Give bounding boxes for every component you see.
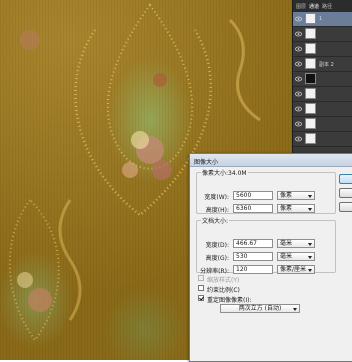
image-size-dialog: 图像大小 像素大小:34.0M 宽度(W): 5600 像素 高度(H): 63… bbox=[189, 153, 352, 362]
dialog-title: 图像大小 bbox=[194, 159, 219, 166]
layer-name: 1 bbox=[319, 16, 323, 22]
pixel-width-unit-select[interactable]: 像素 bbox=[277, 191, 315, 200]
resolution-unit: 像素/厘米 bbox=[280, 266, 307, 273]
eye-icon[interactable] bbox=[295, 46, 302, 52]
layer-row[interactable] bbox=[293, 132, 352, 147]
chevron-down-icon bbox=[308, 195, 312, 198]
eye-icon[interactable] bbox=[295, 16, 302, 22]
chevron-down-icon bbox=[308, 208, 312, 211]
doc-height-label: 高度(G): bbox=[205, 255, 229, 262]
chevron-down-icon bbox=[308, 243, 312, 246]
eye-icon[interactable] bbox=[295, 106, 302, 112]
doc-height-unit: 毫米 bbox=[280, 253, 293, 260]
layer-thumbnail bbox=[305, 133, 316, 144]
layer-row[interactable] bbox=[293, 27, 352, 42]
pixel-dimensions-group: 像素大小:34.0M 宽度(W): 5600 像素 高度(H): 6360 像素 bbox=[196, 168, 336, 214]
tab-paths[interactable]: 路径 bbox=[322, 3, 332, 10]
layer-thumbnail bbox=[305, 103, 316, 114]
chevron-down-icon bbox=[308, 269, 312, 272]
doc-width-input[interactable]: 466.67 bbox=[233, 239, 273, 248]
layer-thumbnail bbox=[305, 13, 316, 24]
document-size-legend: 文档大小: bbox=[202, 218, 229, 225]
layer-thumbnail bbox=[305, 58, 316, 69]
doc-width-label: 宽度(D): bbox=[205, 242, 229, 249]
pixel-height-unit-select[interactable]: 像素 bbox=[277, 204, 315, 213]
eye-icon[interactable] bbox=[295, 91, 302, 97]
resample-method-value: 两次立方 (自动) bbox=[238, 305, 282, 312]
panel-tabs: 图层 通道 路径 bbox=[293, 0, 352, 12]
doc-width-unit-select[interactable]: 毫米 bbox=[277, 239, 315, 248]
constrain-proportions-checkbox[interactable] bbox=[198, 285, 204, 291]
resample-label: 重定图像像素(I): bbox=[207, 297, 252, 304]
layer-thumbnail bbox=[305, 118, 316, 129]
dialog-titlebar[interactable]: 图像大小 bbox=[190, 154, 352, 167]
resolution-unit-select[interactable]: 像素/厘米 bbox=[277, 265, 315, 274]
chevron-down-icon bbox=[293, 308, 297, 311]
layer-row[interactable] bbox=[293, 42, 352, 57]
auto-button[interactable] bbox=[339, 202, 352, 212]
layer-row[interactable] bbox=[293, 102, 352, 117]
layer-thumbnail bbox=[305, 28, 316, 39]
doc-height-unit-select[interactable]: 毫米 bbox=[277, 252, 315, 261]
layer-thumbnail bbox=[305, 43, 316, 54]
eye-icon[interactable] bbox=[295, 136, 302, 142]
layer-row[interactable] bbox=[293, 87, 352, 102]
pixel-width-unit: 像素 bbox=[280, 192, 293, 199]
layer-row[interactable]: 副本 2 bbox=[293, 57, 352, 72]
layer-row[interactable] bbox=[293, 72, 352, 87]
ok-button[interactable] bbox=[339, 174, 352, 184]
pixel-width-label: 宽度(W): bbox=[204, 194, 229, 201]
doc-height-input[interactable]: 530 bbox=[233, 252, 273, 261]
eye-icon[interactable] bbox=[295, 121, 302, 127]
resample-method-select[interactable]: 两次立方 (自动) bbox=[220, 304, 300, 313]
scale-styles-checkbox[interactable] bbox=[198, 275, 204, 281]
tab-layers[interactable]: 图层 bbox=[296, 3, 306, 10]
eye-icon[interactable] bbox=[295, 76, 302, 82]
scale-styles-label: 缩放样式(Y) bbox=[207, 277, 240, 284]
layer-row[interactable] bbox=[293, 117, 352, 132]
pixel-height-input[interactable]: 6360 bbox=[233, 204, 273, 213]
doc-width-unit: 毫米 bbox=[280, 240, 293, 247]
tab-channels[interactable]: 通道 bbox=[309, 3, 319, 10]
layer-thumbnail bbox=[305, 88, 316, 99]
resolution-input[interactable]: 120 bbox=[233, 265, 273, 274]
resolution-label: 分辨率(R): bbox=[200, 268, 229, 275]
layer-list: 1 副本 2 bbox=[293, 12, 352, 147]
pixel-height-label: 高度(H): bbox=[205, 207, 229, 214]
document-size-group: 文档大小: 宽度(D): 466.67 毫米 高度(G): 530 毫米 分辨率… bbox=[196, 216, 336, 275]
resample-checkbox[interactable] bbox=[198, 295, 204, 301]
layer-thumbnail bbox=[305, 73, 316, 84]
pixel-height-unit: 像素 bbox=[280, 205, 293, 212]
pixel-width-input[interactable]: 5600 bbox=[233, 191, 273, 200]
pixel-dimensions-legend: 像素大小:34.0M bbox=[202, 170, 247, 177]
constrain-proportions-label: 约束比例(C) bbox=[207, 287, 240, 294]
eye-icon[interactable] bbox=[295, 61, 302, 67]
cancel-button[interactable] bbox=[339, 188, 352, 198]
layer-name: 副本 2 bbox=[319, 62, 334, 68]
layer-row[interactable]: 1 bbox=[293, 12, 352, 27]
chevron-down-icon bbox=[308, 256, 312, 259]
eye-icon[interactable] bbox=[295, 31, 302, 37]
